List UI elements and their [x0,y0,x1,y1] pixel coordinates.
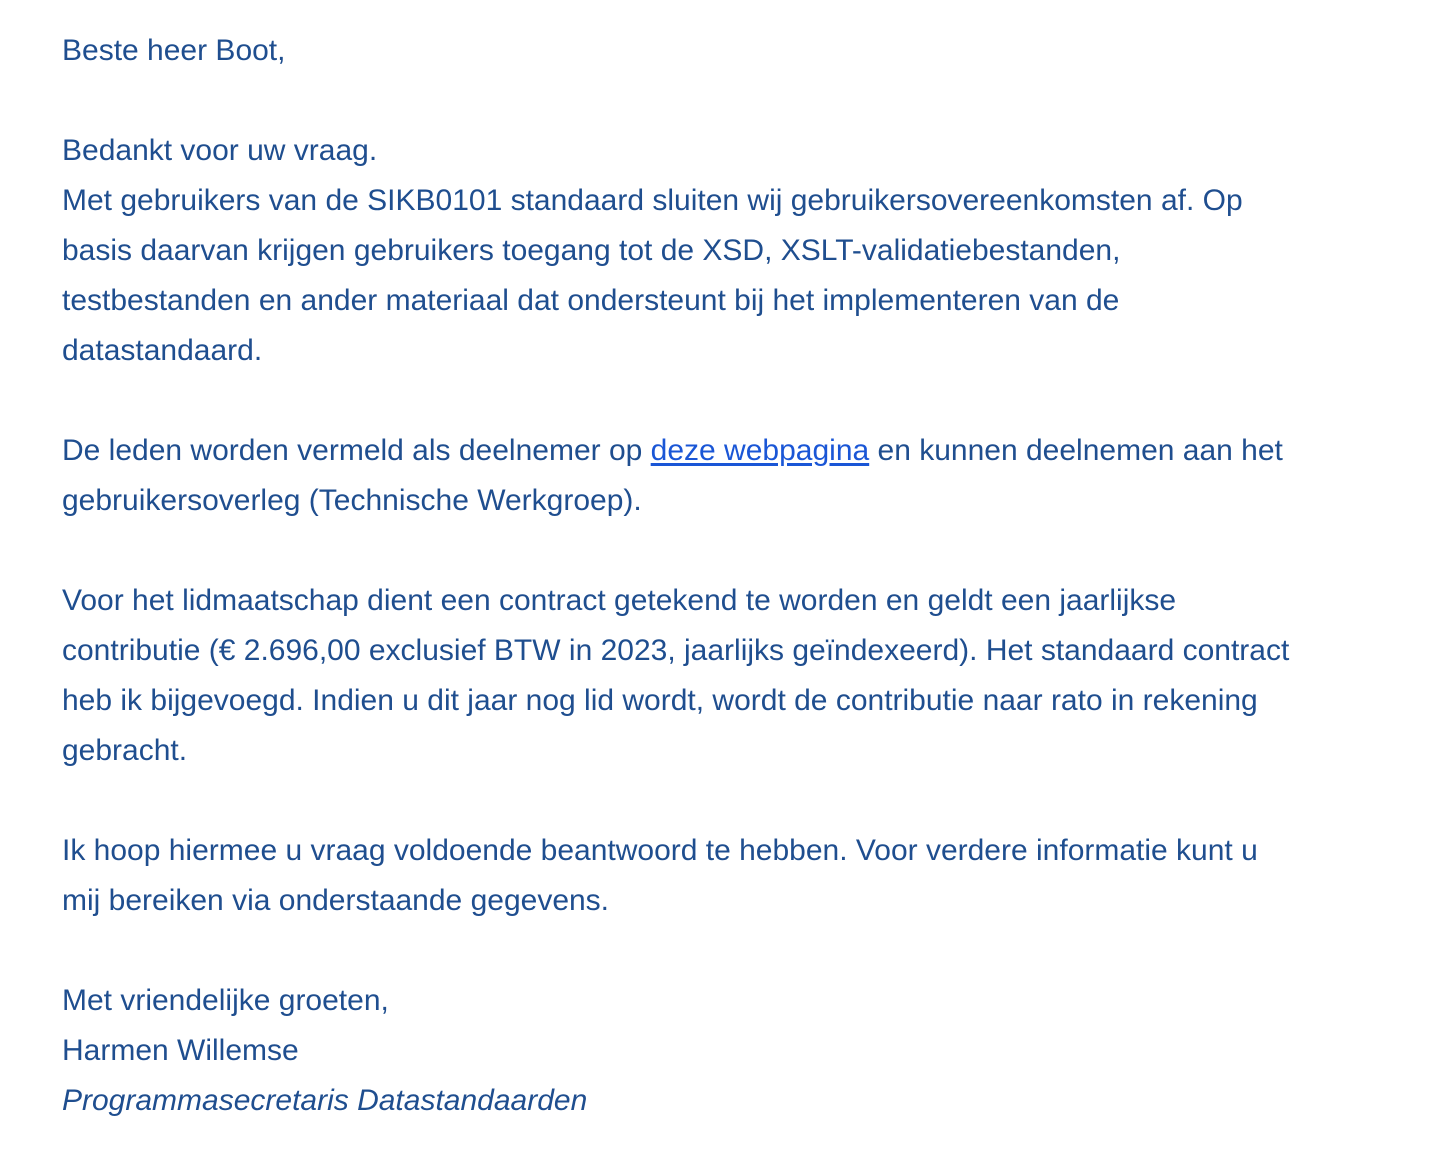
membership-line-4: gebracht. [62,734,188,767]
closing-line-2: mij bereiken via onderstaande gegevens. [62,884,610,917]
paragraph-closing: Ik hoop hiermee u vraag voldoende beantw… [62,826,1442,926]
paragraph-intro: Bedankt voor uw vraag. Met gebruikers va… [62,126,1442,376]
members-line-1: De leden worden vermeld als deelnemer op… [62,426,1442,476]
closing-line-1: Ik hoop hiermee u vraag voldoende beantw… [62,834,1258,867]
paragraph-membership: Voor het lidmaatschap dient een contract… [62,576,1442,776]
signature-closing: Met vriendelijke groeten, [62,984,389,1017]
members-line-1-before: De leden worden vermeld als deelnemer op [62,434,651,467]
membership-line-1: Voor het lidmaatschap dient een contract… [62,584,1177,617]
members-line-2: gebruikersoverleg (Technische Werkgroep)… [62,484,642,517]
signature-title: Programmasecretaris Datastandaarden [62,1084,588,1117]
signature: Met vriendelijke groeten, Harmen Willems… [62,976,1442,1126]
paragraph-members: De leden worden vermeld als deelnemer op… [62,426,1442,526]
membership-line-3: heb ik bijgevoegd. Indien u dit jaar nog… [62,684,1258,717]
greeting-paragraph: Beste heer Boot, [62,26,1442,76]
intro-line-4: testbestanden en ander materiaal dat ond… [62,284,1120,317]
membership-line-2: contributie (€ 2.696,00 exclusief BTW in… [62,634,1290,667]
intro-line-2: Met gebruikers van de SIKB0101 standaard… [62,184,1243,217]
email-body: Beste heer Boot, Bedankt voor uw vraag. … [62,26,1442,1176]
intro-line-3: basis daarvan krijgen gebruikers toegang… [62,234,1121,267]
webpage-link[interactable]: deze webpagina [651,434,870,467]
signature-name: Harmen Willemse [62,1034,299,1067]
members-line-1-after: en kunnen deelnemen aan het [869,434,1283,467]
greeting: Beste heer Boot, [62,34,286,67]
intro-line-5: datastandaard. [62,334,263,367]
intro-line-1: Bedankt voor uw vraag. [62,134,378,167]
